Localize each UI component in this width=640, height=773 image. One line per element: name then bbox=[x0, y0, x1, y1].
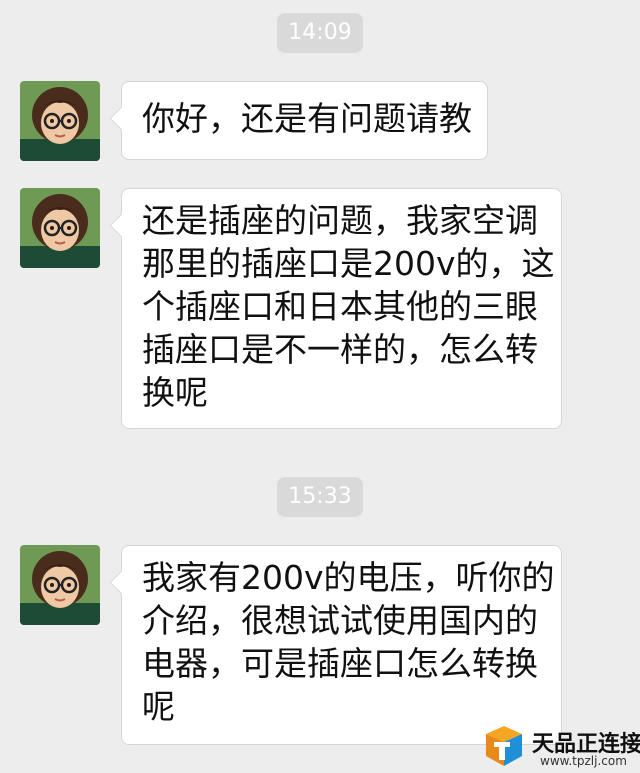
message-text-line: 我家有200v的电压，听你的 bbox=[142, 558, 555, 597]
watermark: 天品正连接 www.tpzlj.com bbox=[480, 720, 640, 773]
avatar[interactable] bbox=[20, 81, 100, 161]
message-text: 你好，还是有问题请教 bbox=[142, 99, 472, 138]
message-bubble[interactable]: 你好，还是有问题请教 bbox=[121, 81, 488, 160]
avatar[interactable] bbox=[20, 188, 100, 268]
watermark-url: www.tpzlj.com bbox=[540, 754, 627, 768]
message-text-line: 介绍，很想试试使用国内的 bbox=[142, 601, 538, 640]
message-bubble[interactable]: 我家有200v的电压，听你的 介绍，很想试试使用国内的 电器，可是插座口怎么转换… bbox=[121, 545, 562, 745]
timestamp-pill: 14:09 bbox=[277, 13, 363, 53]
cube-logo-icon bbox=[486, 726, 522, 766]
child-with-glasses-icon bbox=[20, 545, 100, 625]
message-text-line: 那里的插座口是200v的，这 bbox=[142, 244, 555, 283]
message-text-line: 插座口是不一样的，怎么转 bbox=[142, 330, 538, 369]
child-with-glasses-icon bbox=[20, 188, 100, 268]
avatar[interactable] bbox=[20, 545, 100, 625]
message-bubble[interactable]: 还是插座的问题，我家空调 那里的插座口是200v的，这 个插座口和日本其他的三眼… bbox=[121, 188, 562, 429]
message-text-line: 电器，可是插座口怎么转换 bbox=[142, 644, 538, 683]
timestamp-pill: 15:33 bbox=[277, 477, 363, 517]
message-text-line: 个插座口和日本其他的三眼 bbox=[142, 287, 538, 326]
message-text-line: 换呢 bbox=[142, 373, 208, 412]
message-text-line: 还是插座的问题，我家空调 bbox=[142, 201, 538, 240]
child-with-glasses-icon bbox=[20, 81, 100, 161]
